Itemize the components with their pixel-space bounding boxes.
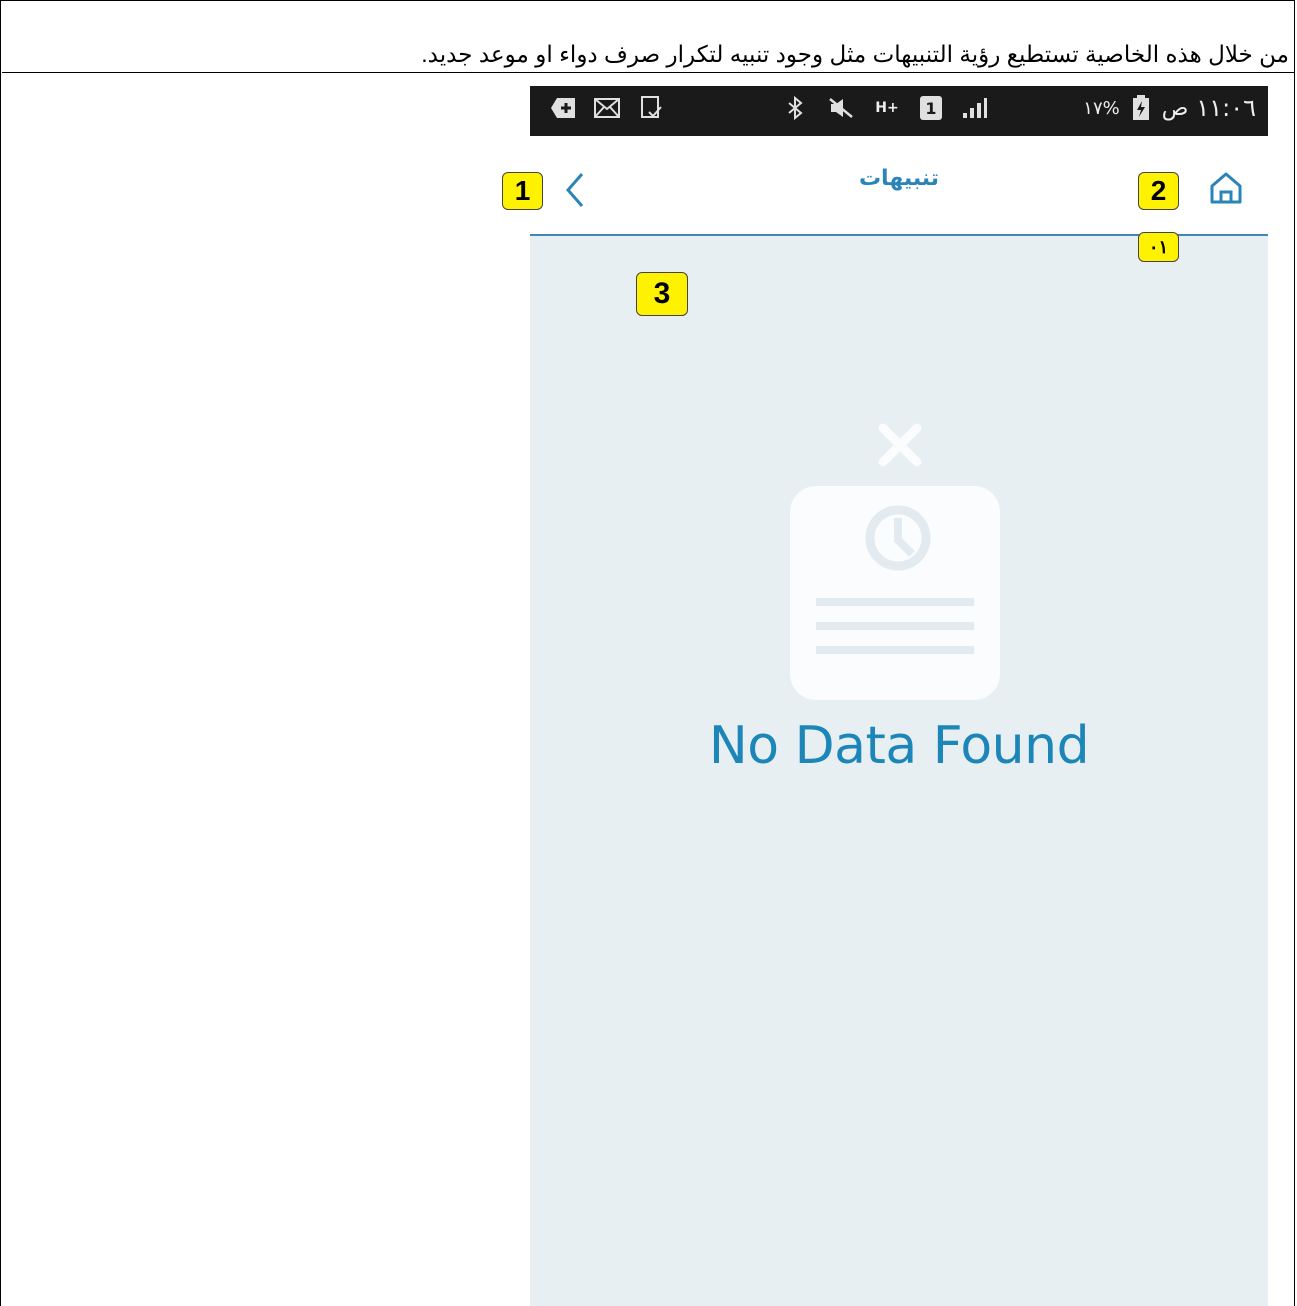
add-box-icon — [550, 95, 576, 121]
bluetooth-icon — [782, 95, 808, 121]
mail-icon — [594, 95, 620, 121]
home-icon — [1210, 172, 1242, 204]
mute-icon — [828, 95, 854, 121]
phone-screenshot: H+ 1 ١٧% ص ١١:٠٦ تنبيهات No Data Found — [530, 86, 1268, 1306]
data-arrows-icon: H+ — [875, 100, 899, 116]
callout-back: 1 — [502, 172, 543, 210]
signal-icon — [962, 95, 988, 121]
am-pm: ص — [1161, 95, 1189, 121]
no-data-message: No Data Found — [708, 716, 1090, 776]
no-data-document-icon — [790, 423, 1000, 700]
battery-percent: ١٧% — [1083, 97, 1120, 119]
clock: ١١:٠٦ — [1196, 94, 1256, 122]
callout-home: 2 — [1138, 172, 1179, 210]
callout-content: 3 — [636, 272, 688, 316]
callout-sub: ٠١ — [1138, 232, 1179, 262]
home-button[interactable] — [1206, 168, 1246, 208]
sim-icon: 1 — [920, 96, 942, 120]
screenshot-icon — [638, 95, 664, 121]
status-bar: H+ 1 ١٧% ص ١١:٠٦ — [530, 86, 1268, 136]
battery-charging-icon — [1128, 95, 1154, 121]
document-caption: من خلال هذه الخاصية تستطيع رؤية التنبيها… — [2, 36, 1295, 73]
